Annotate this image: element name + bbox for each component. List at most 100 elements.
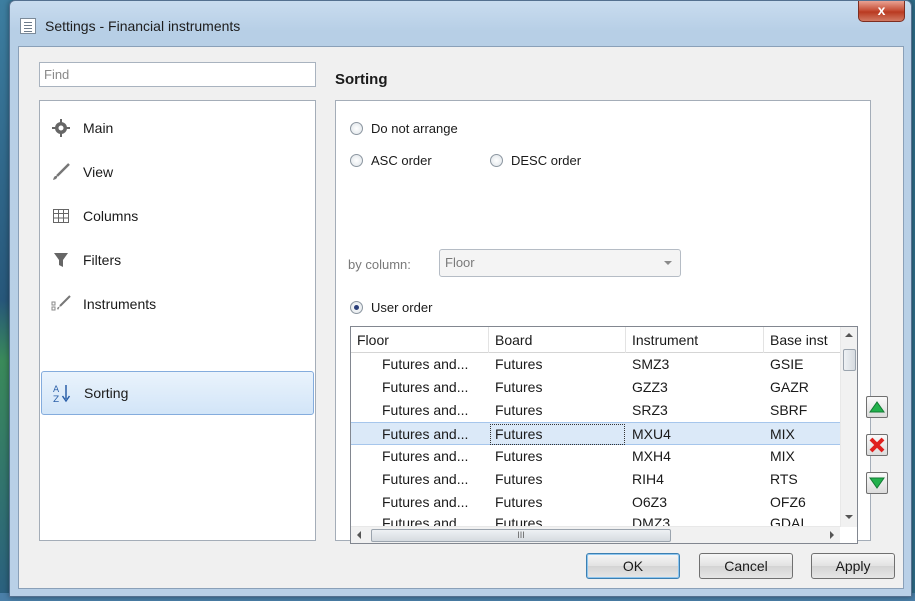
cell-base-inst: GAZR [770, 379, 809, 395]
horizontal-scrollbar[interactable]: III [351, 526, 840, 543]
sort-az-icon: A Z [52, 383, 72, 403]
gear-icon [51, 118, 71, 138]
cell-instrument: MXU4 [632, 426, 671, 442]
radio-label: User order [371, 300, 433, 315]
cell-instrument: SMZ3 [632, 356, 670, 372]
cell-board: Futures [489, 423, 626, 446]
nav-item-instruments[interactable]: Instruments [41, 282, 314, 326]
radio-dot [350, 122, 363, 135]
radio-do-not-arrange[interactable]: Do not arrange [350, 121, 458, 136]
settings-dialog: Settings - Financial instruments x Find … [9, 0, 912, 597]
cancel-button[interactable]: Cancel [699, 553, 793, 579]
close-button[interactable]: x [858, 1, 905, 22]
cell-floor: Futures and... [382, 356, 469, 372]
cell-floor: Futures and... [382, 402, 469, 418]
window-title: Settings - Financial instruments [45, 18, 241, 34]
ok-button[interactable]: OK [586, 553, 680, 579]
cell-floor: Futures and... [382, 494, 469, 510]
radio-desc-order[interactable]: DESC order [490, 153, 581, 168]
nav-label: Columns [83, 208, 139, 224]
grid-header: Floor Board Instrument Base inst [351, 327, 840, 353]
user-order-grid: Floor Board Instrument Base inst Futures… [350, 326, 858, 544]
scroll-up-icon[interactable] [845, 333, 853, 337]
cell-board: Futures [495, 379, 543, 395]
cell-base-inst: RTS [770, 471, 798, 487]
cell-board: Futures [495, 402, 543, 418]
radio-label: Do not arrange [371, 121, 458, 136]
nav-panel: Main View Columns Filters Instruments A … [39, 100, 316, 541]
horizontal-scroll-thumb[interactable]: III [371, 529, 671, 542]
cell-base-inst: GSIE [770, 356, 804, 372]
move-up-icon [869, 401, 885, 413]
cell-floor: Futures and... [382, 379, 469, 395]
table-row[interactable]: Futures and... Futures MXH4 MIX [351, 445, 840, 468]
table-row-selected[interactable]: Futures and... Futures MXU4 MIX [351, 422, 840, 445]
section-title: Sorting [335, 71, 388, 88]
nav-item-main[interactable]: Main [41, 106, 314, 150]
cell-floor: Futures and... [382, 426, 469, 442]
nav-label: Main [83, 120, 114, 136]
radio-asc-order[interactable]: ASC order [350, 153, 432, 168]
cell-instrument: O6Z3 [632, 494, 668, 510]
remove-button[interactable] [866, 434, 888, 456]
nav-label: Instruments [83, 296, 157, 312]
by-column-value: Floor [445, 255, 475, 270]
nav-label: Sorting [84, 385, 129, 401]
nav-label: View [83, 164, 114, 180]
sorting-panel: Do not arrange ASC order DESC order by c… [335, 100, 888, 544]
find-input[interactable]: Find [39, 62, 316, 87]
table-row[interactable]: Futures and... Futures GZZ3 GAZR [351, 376, 840, 399]
column-header-floor[interactable]: Floor [351, 327, 489, 353]
cell-base-inst: SBRF [770, 402, 808, 418]
radio-label: ASC order [371, 153, 432, 168]
title-bar: Settings - Financial instruments x [10, 1, 911, 45]
cell-base-inst: OFZ6 [770, 494, 806, 510]
svg-text:A: A [53, 385, 60, 395]
table-row[interactable]: Futures and... Futures SRZ3 SBRF [351, 399, 840, 422]
cell-floor: Futures and... [382, 471, 469, 487]
apply-button[interactable]: Apply [811, 553, 895, 579]
cell-instrument: GZZ3 [632, 379, 668, 395]
cell-base-inst: MIX [770, 426, 795, 442]
table-row[interactable]: Futures and... Futures O6Z3 OFZ6 [351, 491, 840, 514]
window-icon [20, 18, 36, 34]
nav-item-sorting[interactable]: A Z Sorting [41, 371, 314, 415]
column-header-board[interactable]: Board [489, 327, 626, 353]
scroll-right-icon[interactable] [830, 531, 834, 539]
cell-instrument: SRZ3 [632, 402, 668, 418]
vertical-scroll-thumb[interactable] [843, 349, 856, 371]
scroll-down-icon[interactable] [845, 515, 853, 519]
column-header-base-inst[interactable]: Base inst [764, 327, 840, 353]
nav-item-view[interactable]: View [41, 150, 314, 194]
cell-base-inst: MIX [770, 448, 795, 464]
by-column-label: by column: [348, 257, 411, 272]
radio-dot [490, 154, 503, 167]
scroll-left-icon[interactable] [357, 531, 361, 539]
remove-icon [869, 437, 885, 453]
svg-text:Z: Z [53, 395, 59, 403]
funnel-icon [51, 250, 71, 270]
move-up-button[interactable] [866, 396, 888, 418]
vertical-scrollbar[interactable] [840, 327, 857, 527]
cell-board: Futures [495, 448, 543, 464]
table-row[interactable]: Futures and... Futures RIH4 RTS [351, 468, 840, 491]
table-row[interactable]: Futures and... Futures SMZ3 GSIE [351, 353, 840, 376]
move-down-icon [869, 477, 885, 489]
nav-item-filters[interactable]: Filters [41, 238, 314, 282]
cell-instrument: MXH4 [632, 448, 671, 464]
dialog-body: Find Main View Columns Filters Instrumen… [18, 46, 904, 589]
cell-floor: Futures and... [382, 448, 469, 464]
column-header-instrument[interactable]: Instrument [626, 327, 764, 353]
instruments-icon [51, 294, 71, 314]
chevron-down-icon [664, 261, 672, 265]
radio-user-order[interactable]: User order [350, 300, 432, 315]
cell-board: Futures [495, 494, 543, 510]
move-down-button[interactable] [866, 472, 888, 494]
radio-label: DESC order [511, 153, 582, 168]
radio-dot [350, 301, 363, 314]
cell-instrument: RIH4 [632, 471, 664, 487]
by-column-select[interactable]: Floor [439, 249, 681, 277]
radio-dot [350, 154, 363, 167]
brush-icon [51, 162, 71, 182]
nav-item-columns[interactable]: Columns [41, 194, 314, 238]
